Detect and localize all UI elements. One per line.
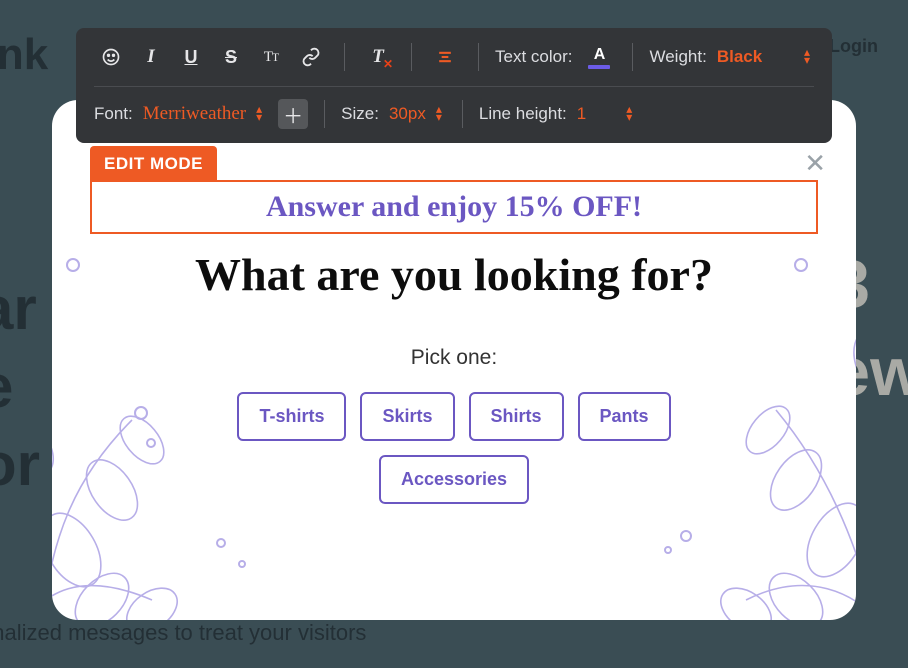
underline-icon[interactable]: U	[174, 40, 208, 74]
font-label: Font:	[94, 104, 133, 124]
brand-fragment: onk	[0, 30, 48, 80]
add-font-button[interactable]: ＋	[278, 99, 308, 129]
clear-format-icon[interactable]: T✕	[361, 40, 395, 74]
toolbar-divider	[324, 100, 325, 128]
line-height-value[interactable]: 1	[577, 104, 586, 124]
deco-circle-icon	[680, 530, 692, 542]
sub-heading: Pick one:	[52, 346, 856, 370]
align-icon[interactable]	[428, 40, 462, 74]
toolbar-divider	[632, 43, 633, 71]
close-icon[interactable]: ✕	[804, 148, 826, 179]
text-color-picker[interactable]: A	[582, 40, 616, 74]
editor-modal: ✕ EDIT MODE Answer and enjoy 15% OFF! Wh…	[52, 100, 856, 620]
bg-headline-line: or	[0, 426, 40, 504]
editable-heading-field[interactable]: Answer and enjoy 15% OFF!	[90, 180, 818, 234]
line-height-stepper[interactable]: ▴▾	[626, 106, 632, 122]
main-heading: What are you looking for?	[52, 238, 856, 311]
login-link[interactable]: Login	[829, 36, 878, 57]
text-format-toolbar: I U S TT T✕ Text color: A Weight: Black …	[76, 28, 832, 143]
weight-value[interactable]: Black	[717, 47, 762, 67]
emoji-icon[interactable]	[94, 40, 128, 74]
toolbar-divider	[344, 43, 345, 71]
toolbar-divider	[411, 43, 412, 71]
option-skirts[interactable]: Skirts	[360, 392, 454, 441]
option-shirts[interactable]: Shirts	[469, 392, 564, 441]
font-stepper[interactable]: ▴▾	[256, 106, 262, 122]
deco-circle-icon	[664, 546, 672, 554]
weight-label: Weight:	[649, 47, 706, 67]
option-accessories[interactable]: Accessories	[379, 455, 529, 504]
size-value[interactable]: 30px	[389, 104, 426, 124]
font-value[interactable]: Merriweather	[143, 103, 246, 125]
bg-headline-line: e	[0, 348, 40, 426]
edit-mode-badge: EDIT MODE	[90, 146, 217, 182]
bg-headline: ar e or	[0, 270, 40, 504]
size-stepper[interactable]: ▴▾	[436, 106, 442, 122]
bg-subtext: onalized messages to treat your visitors	[0, 620, 366, 646]
toolbar-row-2: Font: Merriweather ▴▾ ＋ Size: 30px ▴▾ Li…	[94, 99, 814, 129]
italic-icon[interactable]: I	[134, 40, 168, 74]
toolbar-divider	[462, 100, 463, 128]
strikethrough-icon[interactable]: S	[214, 40, 248, 74]
bg-headline-line: ar	[0, 270, 40, 348]
text-transform-icon[interactable]: TT	[254, 40, 288, 74]
toolbar-divider	[478, 43, 479, 71]
options-container: T-shirts Skirts Shirts Pants Accessories	[52, 392, 856, 504]
toolbar-row-1: I U S TT T✕ Text color: A Weight: Black …	[94, 40, 814, 74]
text-color-swatch-icon	[588, 65, 610, 69]
line-height-label: Line height:	[479, 104, 567, 124]
link-icon[interactable]	[294, 40, 328, 74]
deco-circle-icon	[238, 560, 246, 568]
weight-stepper[interactable]: ▴▾	[804, 49, 810, 65]
text-color-letter: A	[594, 46, 606, 64]
deco-circle-icon	[216, 538, 226, 548]
text-color-label: Text color:	[495, 47, 572, 67]
size-label: Size:	[341, 104, 379, 124]
toolbar-hdivider	[94, 86, 814, 87]
option-pants[interactable]: Pants	[578, 392, 671, 441]
option-tshirts[interactable]: T-shirts	[237, 392, 346, 441]
